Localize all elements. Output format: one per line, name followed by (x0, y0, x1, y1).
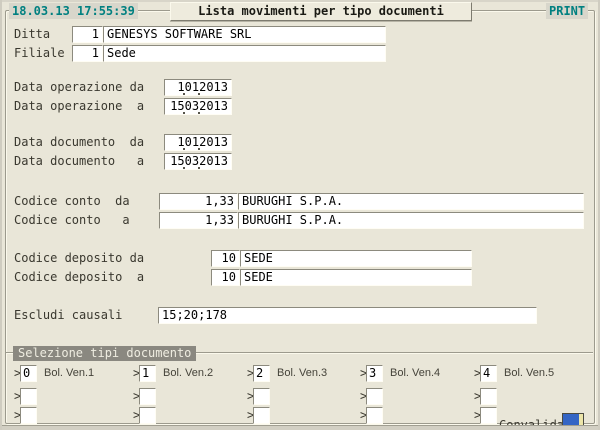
tipo-doc-input[interactable] (366, 388, 383, 405)
date-separator-dot (198, 148, 200, 150)
date-separator-dot (183, 112, 185, 114)
field-row-codice-deposito-da: Codice deposito da 10 SEDE (0, 250, 600, 267)
tipo-doc-cell: > (14, 407, 132, 424)
field-row-data-documento-da: Data documento da 1012013 (0, 134, 600, 151)
data-operazione-a-input[interactable]: 15032013 (164, 98, 232, 115)
tipo-doc-cell: > (247, 407, 365, 424)
tipo-doc-cell: >3Bol. Ven.4 (360, 365, 478, 382)
field-row-codice-conto-a: Codice conto a 1,33 BURUGHI S.P.A. (0, 212, 600, 229)
tipo-doc-input[interactable]: 2 (253, 365, 270, 382)
codice-conto-da-code-input[interactable]: 1,33 (159, 193, 238, 210)
field-row-codice-deposito-a: Codice deposito a 10 SEDE (0, 269, 600, 286)
escludi-causali-label: Escludi causali (14, 307, 122, 324)
field-row-data-operazione-a: Data operazione a 15032013 (0, 98, 600, 115)
tipo-doc-input[interactable]: 1 (139, 365, 156, 382)
tipo-doc-cell: >0Bol. Ven.1 (14, 365, 132, 382)
codice-deposito-a-desc-input[interactable]: SEDE (240, 269, 472, 286)
section-title: Selezione tipi documento (13, 346, 196, 361)
tipo-doc-input[interactable] (139, 407, 156, 424)
tipo-doc-cell: > (474, 388, 592, 405)
field-row-escludi-causali: Escludi causali 15;20;178 (0, 307, 600, 324)
tipo-doc-cell: >4Bol. Ven.5 (474, 365, 592, 382)
tipo-doc-input[interactable] (20, 407, 37, 424)
tipo-doc-label: Bol. Ven.2 (163, 365, 213, 382)
date-separator-dot (198, 167, 200, 169)
tipo-doc-input[interactable] (253, 407, 270, 424)
tipo-doc-input[interactable]: 4 (480, 365, 497, 382)
tipo-doc-label: Bol. Ven.1 (44, 365, 94, 382)
field-row-ditta: Ditta 1 GENESYS SOFTWARE SRL (0, 26, 600, 43)
tipo-doc-cell: > (360, 407, 478, 424)
tipo-doc-input[interactable] (480, 407, 497, 424)
data-operazione-da-label: Data operazione da (14, 79, 144, 96)
date-value: 15032013 (170, 154, 228, 168)
data-operazione-a-label: Data operazione a (14, 98, 144, 115)
codice-deposito-a-label: Codice deposito a (14, 269, 144, 286)
tipo-doc-cell: >1Bol. Ven.2 (133, 365, 251, 382)
date-value: 1012013 (177, 80, 228, 94)
tipo-doc-input[interactable]: 3 (366, 365, 383, 382)
window-edge-bottom (0, 425, 600, 430)
data-documento-a-label: Data documento a (14, 153, 144, 170)
tipo-doc-cell: > (360, 388, 478, 405)
tipo-doc-input[interactable] (20, 388, 37, 405)
filiale-code-input[interactable]: 1 (72, 45, 103, 62)
data-operazione-da-input[interactable]: 1012013 (164, 79, 232, 96)
tipo-doc-input[interactable] (139, 388, 156, 405)
field-row-data-documento-a: Data documento a 15032013 (0, 153, 600, 170)
timestamp-label: 18.03.13 17:55:39 (9, 3, 138, 19)
date-separator-dot (183, 148, 185, 150)
data-documento-da-input[interactable]: 1012013 (164, 134, 232, 151)
escludi-causali-input[interactable]: 15;20;178 (158, 307, 537, 324)
date-separator-dot (198, 93, 200, 95)
ditta-code-input[interactable]: 1 (72, 26, 103, 43)
codice-deposito-a-code-input[interactable]: 10 (211, 269, 240, 286)
tipo-doc-input[interactable] (366, 407, 383, 424)
tipo-doc-input[interactable]: 0 (20, 365, 37, 382)
codice-conto-da-label: Codice conto da (14, 193, 130, 210)
tipo-doc-cell: > (133, 407, 251, 424)
erp-window: 18.03.13 17:55:39 Lista movimenti per ti… (0, 0, 600, 430)
field-row-data-operazione-da: Data operazione da 1012013 (0, 79, 600, 96)
filiale-desc-input[interactable]: Sede (103, 45, 386, 62)
ditta-label: Ditta (14, 26, 50, 43)
codice-deposito-da-code-input[interactable]: 10 (211, 250, 240, 267)
page-title: Lista movimenti per tipo documenti (170, 2, 472, 21)
codice-conto-a-label: Codice conto a (14, 212, 130, 229)
tipo-doc-input[interactable] (480, 388, 497, 405)
codice-conto-a-code-input[interactable]: 1,33 (159, 212, 238, 229)
codice-deposito-da-label: Codice deposito da (14, 250, 144, 267)
print-button[interactable]: PRINT (546, 3, 588, 19)
tipo-doc-cell: > (247, 388, 365, 405)
tipo-doc-input[interactable] (253, 388, 270, 405)
date-value: 1012013 (177, 135, 228, 149)
data-documento-a-input[interactable]: 15032013 (164, 153, 232, 170)
tipo-doc-label: Bol. Ven.5 (504, 365, 554, 382)
date-separator-dot (183, 93, 185, 95)
date-value: 15032013 (170, 99, 228, 113)
tipo-doc-cell: > (133, 388, 251, 405)
field-row-codice-conto-da: Codice conto da 1,33 BURUGHI S.P.A. (0, 193, 600, 210)
codice-conto-da-desc-input[interactable]: BURUGHI S.P.A. (238, 193, 584, 210)
tipo-doc-label: Bol. Ven.3 (277, 365, 327, 382)
filiale-label: Filiale (14, 45, 65, 62)
window-edge-left (0, 0, 2, 430)
date-separator-dot (198, 112, 200, 114)
codice-deposito-da-desc-input[interactable]: SEDE (240, 250, 472, 267)
tipo-doc-cell: >2Bol. Ven.3 (247, 365, 365, 382)
data-documento-da-label: Data documento da (14, 134, 144, 151)
tipo-doc-cell: > (14, 388, 132, 405)
date-separator-dot (183, 167, 185, 169)
codice-conto-a-desc-input[interactable]: BURUGHI S.P.A. (238, 212, 584, 229)
tipo-doc-label: Bol. Ven.4 (390, 365, 440, 382)
field-row-filiale: Filiale 1 Sede (0, 45, 600, 62)
ditta-desc-input[interactable]: GENESYS SOFTWARE SRL (103, 26, 386, 43)
